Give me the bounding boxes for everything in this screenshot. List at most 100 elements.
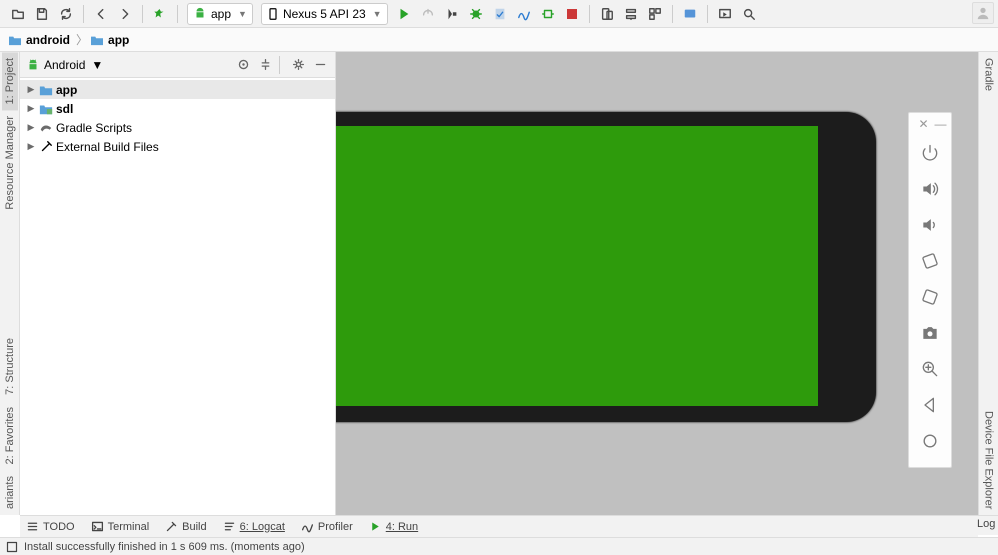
tab-todo[interactable]: TODO bbox=[26, 520, 75, 533]
emulator-power-icon[interactable] bbox=[910, 135, 950, 171]
tab-device-file-explorer[interactable]: Device File Explorer bbox=[981, 405, 997, 515]
emulator-home-icon[interactable] bbox=[910, 423, 950, 459]
tab-event-log[interactable]: Log bbox=[978, 515, 998, 535]
breadcrumb-item[interactable]: app bbox=[90, 33, 129, 47]
tab-build[interactable]: Build bbox=[165, 520, 206, 533]
tab-gradle[interactable]: Gradle bbox=[981, 52, 997, 97]
tab-build-variants[interactable]: ariants bbox=[2, 470, 18, 515]
run-config-dropdown[interactable]: app ▼ bbox=[187, 3, 253, 25]
separator bbox=[177, 5, 178, 23]
run-icon[interactable] bbox=[394, 4, 414, 24]
gear-icon[interactable] bbox=[289, 56, 307, 74]
hammer-icon bbox=[165, 520, 178, 533]
project-view-label: Android bbox=[44, 58, 85, 72]
project-panel-header: Android ▼ bbox=[20, 52, 335, 78]
breadcrumb: android 〉 app bbox=[0, 28, 998, 52]
tab-terminal[interactable]: Terminal bbox=[91, 520, 150, 533]
tree-node-sdl[interactable]: ▶ sdl bbox=[20, 99, 335, 118]
chevron-down-icon: ▼ bbox=[238, 9, 247, 19]
status-bar: Install successfully finished in 1 s 609… bbox=[0, 537, 998, 555]
tab-favorites[interactable]: 2: Favorites bbox=[2, 401, 18, 470]
chevron-down-icon: ▼ bbox=[91, 58, 103, 72]
separator bbox=[707, 5, 708, 23]
expand-icon[interactable]: ▶ bbox=[26, 141, 36, 152]
status-text: Install successfully finished in 1 s 609… bbox=[24, 541, 305, 553]
build-tools-icon bbox=[38, 140, 54, 154]
tab-structure[interactable]: 7: Structure bbox=[2, 332, 18, 401]
tab-label: Profiler bbox=[318, 521, 353, 533]
separator bbox=[672, 5, 673, 23]
attach-debugger-icon[interactable] bbox=[538, 4, 558, 24]
avd-manager-icon[interactable] bbox=[597, 4, 617, 24]
emulator-minimize-icon[interactable]: — bbox=[934, 117, 947, 131]
make-icon[interactable] bbox=[150, 4, 170, 24]
apply-changes-icon[interactable] bbox=[418, 4, 438, 24]
module-icon bbox=[38, 83, 54, 97]
right-tool-strip: Gradle Device File Explorer bbox=[978, 52, 998, 515]
debug-icon[interactable] bbox=[466, 4, 486, 24]
tab-label: Terminal bbox=[108, 521, 150, 533]
emulator-screenshot-icon[interactable] bbox=[910, 315, 950, 351]
emulator-rotate-left-icon[interactable] bbox=[910, 243, 950, 279]
tab-label: 4: Run bbox=[386, 521, 418, 533]
tab-logcat[interactable]: 6: Logcat bbox=[223, 520, 285, 533]
layout-inspector-icon[interactable] bbox=[680, 4, 700, 24]
tab-label: Build bbox=[182, 521, 206, 533]
separator bbox=[83, 5, 84, 23]
list-icon bbox=[26, 520, 39, 533]
hide-icon[interactable] bbox=[311, 56, 329, 74]
emulator-volume-down-icon[interactable] bbox=[910, 207, 950, 243]
emulator-rotate-right-icon[interactable] bbox=[910, 279, 950, 315]
tab-resource-manager[interactable]: Resource Manager bbox=[2, 110, 18, 216]
expand-icon[interactable]: ▶ bbox=[26, 103, 36, 114]
emulator-window-icon[interactable] bbox=[715, 4, 735, 24]
run-config-label: app bbox=[207, 7, 235, 21]
status-icon[interactable] bbox=[6, 541, 18, 553]
apply-code-icon[interactable] bbox=[442, 4, 462, 24]
run-small-icon bbox=[369, 520, 382, 533]
tab-run[interactable]: 4: Run bbox=[369, 520, 418, 533]
emulator-back-icon[interactable] bbox=[910, 387, 950, 423]
gradle-icon bbox=[38, 121, 54, 135]
resource-manager-icon[interactable] bbox=[645, 4, 665, 24]
android-icon bbox=[26, 58, 40, 72]
tab-project[interactable]: 1: Project bbox=[2, 52, 18, 110]
breadcrumb-item[interactable]: android bbox=[8, 33, 70, 47]
tab-profiler[interactable]: Profiler bbox=[301, 520, 353, 533]
main-area: 1: Project Resource Manager 7: Structure… bbox=[0, 52, 998, 515]
stop-icon[interactable] bbox=[562, 4, 582, 24]
separator bbox=[279, 56, 280, 74]
emulator-close-icon[interactable]: ✕ bbox=[917, 117, 930, 131]
project-view-selector[interactable]: Android ▼ bbox=[26, 58, 103, 72]
coverage-icon[interactable] bbox=[490, 4, 510, 24]
project-tree[interactable]: ▶ app ▶ sdl ▶ Gradle Scripts ▶ External … bbox=[20, 78, 335, 515]
forward-icon[interactable] bbox=[115, 4, 135, 24]
tree-node-gradle[interactable]: ▶ Gradle Scripts bbox=[20, 118, 335, 137]
profiler-icon[interactable] bbox=[514, 4, 534, 24]
folder-icon bbox=[90, 34, 104, 46]
open-icon[interactable] bbox=[8, 4, 28, 24]
emulator-zoom-icon[interactable] bbox=[910, 351, 950, 387]
expand-icon[interactable]: ▶ bbox=[26, 84, 36, 95]
back-icon[interactable] bbox=[91, 4, 111, 24]
user-avatar-icon[interactable] bbox=[972, 2, 994, 24]
emulator-controls: ✕ — bbox=[908, 112, 952, 468]
chevron-down-icon: ▼ bbox=[373, 9, 382, 19]
emulator-volume-up-icon[interactable] bbox=[910, 171, 950, 207]
collapse-all-icon[interactable] bbox=[256, 56, 274, 74]
tree-node-app[interactable]: ▶ app bbox=[20, 80, 335, 99]
save-icon[interactable] bbox=[32, 4, 52, 24]
expand-icon[interactable]: ▶ bbox=[26, 122, 36, 133]
search-icon[interactable] bbox=[739, 4, 759, 24]
sync-icon[interactable] bbox=[56, 4, 76, 24]
emulator-screen[interactable] bbox=[336, 126, 818, 406]
sdk-manager-icon[interactable] bbox=[621, 4, 641, 24]
tree-node-external[interactable]: ▶ External Build Files bbox=[20, 137, 335, 156]
select-opened-file-icon[interactable] bbox=[234, 56, 252, 74]
tree-label: External Build Files bbox=[56, 140, 159, 154]
tab-label: TODO bbox=[43, 521, 75, 533]
breadcrumb-label: app bbox=[108, 33, 129, 47]
device-dropdown[interactable]: Nexus 5 API 23 ▼ bbox=[261, 3, 388, 25]
tree-label: app bbox=[56, 83, 77, 97]
project-tool-window: Android ▼ ▶ app ▶ sdl ▶ bbox=[20, 52, 336, 515]
